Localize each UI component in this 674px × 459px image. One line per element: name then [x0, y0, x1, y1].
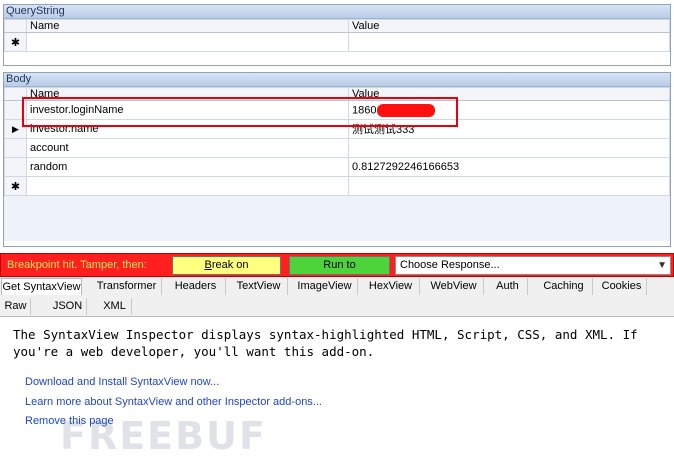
breakpoint-bar: Breakpoint hit. Tamper, then: Break on R…: [0, 253, 674, 288]
param-name-cell[interactable]: random: [26, 157, 349, 177]
row-header-cell: [4, 157, 27, 177]
choose-response-value: Choose Response...: [400, 259, 500, 271]
body-row-random[interactable]: random 0.8127292246166653: [4, 157, 670, 177]
querystring-value-column-header[interactable]: Value: [348, 19, 670, 33]
param-value-cell[interactable]: [348, 138, 670, 158]
param-value-cell[interactable]: 0.8127292246166653: [348, 157, 670, 177]
choose-response-select[interactable]: Choose Response... ▼: [395, 256, 671, 275]
querystring-name-column-header[interactable]: Name: [26, 19, 349, 33]
syntaxview-content: The SyntaxView Inspector displays syntax…: [0, 318, 674, 459]
tab-hexview[interactable]: HexView: [362, 278, 420, 295]
body-new-row[interactable]: ✱: [4, 176, 670, 196]
learn-more-link[interactable]: Learn more about SyntaxView and other In…: [25, 396, 322, 408]
breakpoint-text: Breakpoint hit. Tamper, then:: [7, 259, 147, 271]
highlight-box: [22, 97, 458, 127]
new-row-marker-icon: ✱: [4, 176, 27, 196]
querystring-header-row: Name Value: [4, 19, 670, 33]
grid-empty-area: [4, 196, 670, 241]
tab-get-syntaxview[interactable]: Get SyntaxView: [1, 278, 82, 295]
tab-cookies[interactable]: Cookies: [597, 278, 647, 295]
chevron-down-icon: ▼: [657, 260, 667, 271]
row-header-cell: [4, 19, 27, 33]
run-to-completion-button[interactable]: Run to Completion: [289, 256, 390, 288]
querystring-title: QueryString: [4, 5, 670, 19]
body-title: Body: [4, 73, 670, 87]
tab-webview[interactable]: WebView: [424, 278, 484, 295]
download-syntaxview-link[interactable]: Download and Install SyntaxView now...: [25, 376, 219, 388]
tab-caching[interactable]: Caching: [535, 278, 593, 295]
break-on-response-button[interactable]: Break on Response: [172, 256, 281, 288]
body-row-account[interactable]: account: [4, 138, 670, 158]
querystring-panel: QueryString Name Value ✱: [3, 4, 671, 66]
body-new-name-cell[interactable]: [26, 176, 349, 196]
tab-transformer[interactable]: Transformer: [92, 278, 162, 295]
inspector-tabs: Get SyntaxView Transformer Headers TextV…: [0, 277, 674, 317]
row-header-cell: [4, 138, 27, 158]
tab-imageview[interactable]: ImageView: [292, 278, 358, 295]
querystring-new-name-cell[interactable]: [26, 32, 349, 52]
tab-xml[interactable]: XML: [98, 298, 132, 315]
remove-page-link[interactable]: Remove this page: [25, 415, 114, 427]
tab-raw[interactable]: Raw: [1, 298, 31, 315]
new-row-marker-icon: ✱: [4, 32, 27, 52]
param-name-cell[interactable]: account: [26, 138, 349, 158]
tab-auth[interactable]: Auth: [488, 278, 528, 295]
body-new-value-cell[interactable]: [348, 176, 670, 196]
syntaxview-description: The SyntaxView Inspector displays syntax…: [13, 327, 638, 359]
tab-json[interactable]: JSON: [49, 298, 87, 315]
querystring-new-value-cell[interactable]: [348, 32, 670, 52]
querystring-new-row[interactable]: ✱: [4, 32, 670, 52]
tab-headers[interactable]: Headers: [166, 278, 226, 295]
querystring-grid: Name Value ✱: [4, 19, 670, 52]
tab-textview[interactable]: TextView: [230, 278, 288, 295]
